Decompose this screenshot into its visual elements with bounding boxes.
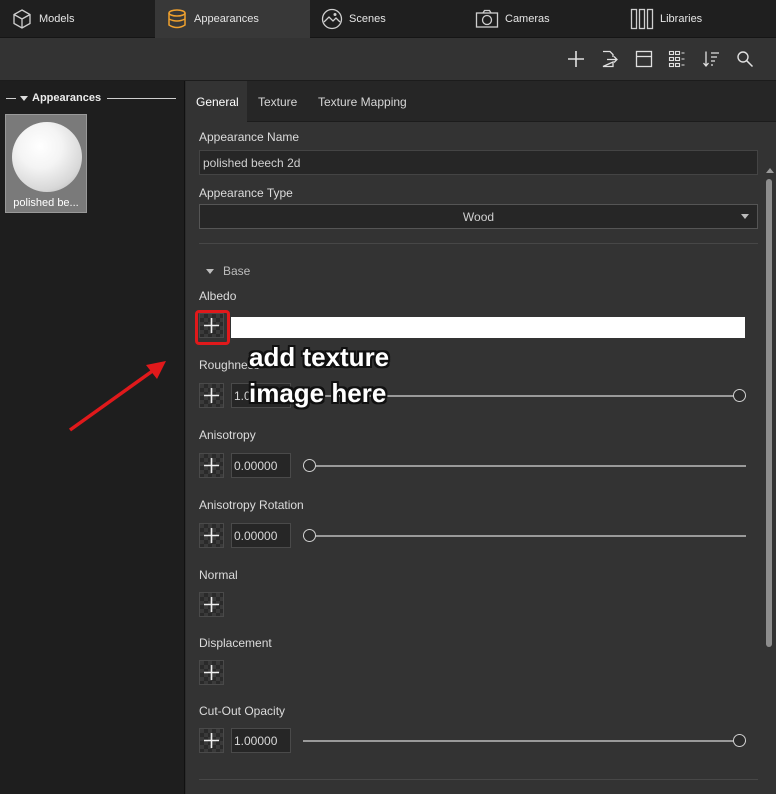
appearances-header-label: Appearances bbox=[32, 92, 102, 104]
slider-handle[interactable] bbox=[303, 529, 316, 542]
appearances-icon bbox=[166, 8, 188, 30]
albedo-label: Albedo bbox=[199, 289, 237, 303]
tab-cameras-label: Cameras bbox=[505, 13, 550, 25]
tab-models[interactable]: Models bbox=[0, 0, 155, 38]
appearance-thumbnail[interactable]: polished be... bbox=[5, 114, 87, 213]
annotation-highlight-box bbox=[195, 310, 230, 345]
grid-view-icon[interactable] bbox=[666, 48, 688, 70]
tab-texture[interactable]: Texture bbox=[249, 81, 305, 122]
tab-scenes[interactable]: Scenes bbox=[310, 0, 465, 38]
tab-libraries[interactable]: Libraries bbox=[620, 0, 776, 38]
divider bbox=[199, 779, 758, 780]
scrollbar-thumb[interactable] bbox=[766, 179, 772, 647]
slider-track bbox=[303, 740, 746, 742]
search-icon[interactable] bbox=[734, 48, 756, 70]
anisotropy-rotation-slider[interactable] bbox=[303, 529, 746, 543]
tab-appearances[interactable]: Appearances bbox=[155, 0, 310, 38]
anisotropy-add-texture-button[interactable] bbox=[199, 453, 224, 478]
libraries-icon bbox=[630, 8, 654, 30]
slider-track bbox=[303, 465, 746, 467]
annotation-arrow-icon bbox=[68, 361, 166, 432]
base-section-toggle[interactable]: Base bbox=[206, 264, 250, 278]
export-icon[interactable] bbox=[598, 48, 620, 70]
albedo-color-swatch[interactable] bbox=[231, 317, 745, 338]
cube-icon bbox=[11, 8, 33, 30]
appearances-header[interactable]: Appearances bbox=[6, 91, 176, 105]
anisotropy-rotation-value-input[interactable]: 0.00000 bbox=[231, 523, 291, 548]
general-tab-content: Appearance Name polished beech 2d Appear… bbox=[186, 122, 776, 794]
appearance-name-label: Appearance Name bbox=[199, 130, 300, 144]
tab-texture-mapping[interactable]: Texture Mapping bbox=[309, 81, 419, 122]
collapse-triangle-icon bbox=[206, 268, 214, 274]
tab-general[interactable]: General bbox=[186, 81, 247, 122]
appearance-thumbnail-label: polished be... bbox=[13, 197, 79, 209]
annotation-line-2: image here bbox=[249, 378, 387, 408]
appearance-name-input[interactable]: polished beech 2d bbox=[199, 150, 758, 175]
plus-icon bbox=[204, 665, 219, 680]
chevron-down-icon bbox=[741, 214, 749, 219]
displacement-label: Displacement bbox=[199, 636, 272, 650]
properties-tab-bar: General Texture Texture Mapping bbox=[186, 81, 776, 122]
cutout-opacity-add-texture-button[interactable] bbox=[199, 728, 224, 753]
slider-track bbox=[303, 535, 746, 537]
scrollbar[interactable] bbox=[766, 179, 772, 647]
add-icon[interactable] bbox=[565, 48, 587, 70]
cutout-opacity-slider[interactable] bbox=[303, 734, 746, 748]
tab-libraries-label: Libraries bbox=[660, 13, 703, 25]
slider-handle[interactable] bbox=[733, 734, 746, 747]
normal-add-texture-button[interactable] bbox=[199, 592, 224, 617]
camera-icon bbox=[475, 9, 499, 29]
top-tab-bar: Models Appearances Scenes Cameras Librar… bbox=[0, 0, 776, 38]
divider bbox=[6, 97, 16, 99]
normal-label: Normal bbox=[199, 568, 238, 582]
appearance-type-value: Wood bbox=[462, 209, 495, 224]
divider bbox=[107, 97, 176, 99]
plus-icon bbox=[204, 458, 219, 473]
plus-icon bbox=[204, 528, 219, 543]
plus-icon bbox=[204, 597, 219, 612]
toolbar bbox=[0, 38, 776, 81]
scenes-icon bbox=[321, 8, 343, 30]
layout-icon[interactable] bbox=[633, 48, 655, 70]
annotation-text: add texture image here bbox=[249, 339, 439, 411]
tab-models-label: Models bbox=[39, 13, 75, 25]
cutout-opacity-value-input[interactable]: 1.00000 bbox=[231, 728, 291, 753]
base-section-label: Base bbox=[223, 264, 251, 278]
roughness-add-texture-button[interactable] bbox=[199, 383, 224, 408]
anisotropy-slider[interactable] bbox=[303, 459, 746, 473]
plus-icon bbox=[204, 388, 219, 403]
appearance-type-select[interactable]: Wood bbox=[199, 204, 758, 229]
tab-scenes-label: Scenes bbox=[349, 13, 386, 25]
divider bbox=[199, 243, 758, 244]
anisotropy-label: Anisotropy bbox=[199, 428, 256, 442]
tab-appearances-label: Appearances bbox=[194, 13, 259, 25]
annotation-line-1: add texture bbox=[249, 342, 390, 372]
scroll-up-arrow-icon[interactable] bbox=[766, 168, 774, 173]
sort-icon[interactable] bbox=[700, 48, 722, 70]
material-sphere-preview bbox=[12, 122, 82, 192]
appearance-type-label: Appearance Type bbox=[199, 186, 293, 200]
anisotropy-value-input[interactable]: 0.00000 bbox=[231, 453, 291, 478]
anisotropy-rotation-label: Anisotropy Rotation bbox=[199, 498, 304, 512]
appearance-properties-panel: General Texture Texture Mapping Appearan… bbox=[186, 81, 776, 794]
anisotropy-rotation-add-texture-button[interactable] bbox=[199, 523, 224, 548]
slider-handle[interactable] bbox=[303, 459, 316, 472]
tab-cameras[interactable]: Cameras bbox=[465, 0, 620, 38]
displacement-add-texture-button[interactable] bbox=[199, 660, 224, 685]
slider-handle[interactable] bbox=[733, 389, 746, 402]
collapse-triangle-icon bbox=[20, 95, 28, 101]
plus-icon bbox=[204, 733, 219, 748]
cutout-opacity-label: Cut-Out Opacity bbox=[199, 704, 286, 718]
